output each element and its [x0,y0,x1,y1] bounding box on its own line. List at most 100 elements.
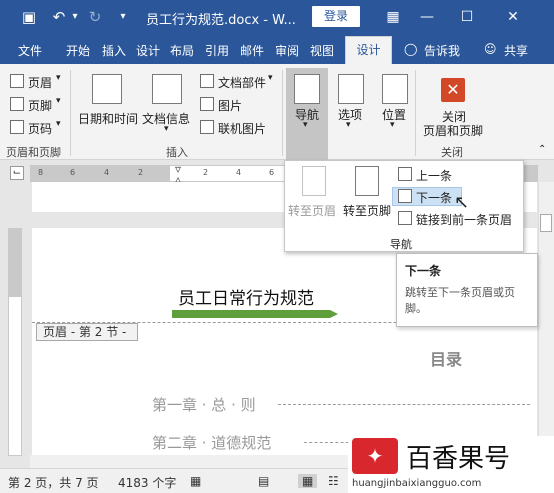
ruler-number: 6 [70,168,76,177]
document-heading[interactable]: 员工日常行为规范 [178,284,314,309]
footer-button[interactable]: 页脚 [28,97,52,114]
watermark-url: huangjinbaixiangguo.com [352,478,482,489]
link-to-previous-button[interactable]: 链接到前一条页眉 [416,211,512,228]
options-icon [338,74,364,104]
watermark-logo-icon: ✦ [352,438,398,474]
tooltip-body: 跳转至下一条页眉或页脚。 [405,286,515,315]
chevron-down-icon: ▾ [56,96,61,106]
page-count[interactable]: 第 2 页，共 7 页 [8,474,99,491]
quick-parts-icon [200,74,214,88]
chevron-down-icon: ▾ [56,73,61,83]
chevron-down-icon: ▾ [303,120,308,130]
picture-icon [200,97,214,111]
undo-dropdown-icon[interactable]: ▾ [66,8,84,26]
next-icon [398,189,412,203]
previous-icon [398,167,412,181]
position-icon [382,74,408,104]
tell-me-box[interactable]: 告诉我 [424,42,460,59]
login-button[interactable]: 登录 [312,6,360,27]
minimize-icon[interactable]: — [414,6,440,28]
ruler-number: 4 [104,168,110,177]
calendar-icon [92,74,122,104]
header-icon [10,74,24,88]
header-button[interactable]: 页眉 [28,74,52,91]
tab-view[interactable]: 视图 [310,42,334,59]
picture-button[interactable]: 图片 [218,97,242,114]
ruler-margin-left [30,165,170,182]
person-icon: ☺ [484,42,497,56]
online-picture-icon [200,120,214,134]
goto-header-button[interactable]: 转至页眉 [288,202,336,219]
ruler-number: 4 [236,168,242,177]
document-info-icon [152,74,182,104]
group-separator [70,70,71,156]
ruler-number: 6 [269,168,275,177]
dropdown-group-label: 导航 [390,238,412,251]
annotation-arrow [172,310,330,318]
toc-leader [278,404,530,405]
tab-review[interactable]: 审阅 [275,42,299,59]
vertical-ruler-margin [8,228,22,296]
web-layout-icon[interactable]: ☷ [328,474,339,488]
navigation-icon [294,74,320,104]
tooltip-title: 下一条 [405,264,442,278]
goto-footer-button[interactable]: 转至页脚 [343,202,391,219]
proofing-icon[interactable]: ▦ [190,474,201,488]
tab-design[interactable]: 设计 [136,42,160,59]
tab-insert[interactable]: 插入 [102,42,126,59]
tab-selector-icon[interactable]: ⌙ [10,166,24,180]
ribbon-display-icon[interactable]: ▦ [380,6,406,28]
chevron-down-icon: ▾ [164,124,169,134]
customize-icon[interactable]: ▾ [114,8,132,26]
toc-entry[interactable]: 第二章 · 道德规范 [152,432,271,453]
link-previous-icon [398,211,412,225]
ruler-number: 2 [138,168,144,177]
scroll-thumb[interactable] [540,214,552,232]
save-icon[interactable]: ▣ [20,8,38,26]
group-label-header-footer: 页眉和页脚 [6,146,61,159]
redo-icon[interactable]: ↻ [86,8,104,26]
header-section-tag: 页眉 - 第 2 节 - [36,323,138,341]
footer-icon [10,97,24,111]
annotation-arrow-tip [330,310,338,318]
word-count[interactable]: 4183 个字 [118,474,176,491]
tab-references[interactable]: 引用 [205,42,229,59]
group-separator [415,70,416,156]
tooltip: 下一条 跳转至下一条页眉或页脚。 [396,253,538,327]
group-label-close: 关闭 [441,146,463,159]
next-button[interactable]: 下一条 [416,189,452,206]
goto-footer-icon [355,166,379,196]
tab-home[interactable]: 开始 [66,42,90,59]
chevron-down-icon: ▾ [390,120,395,130]
vertical-ruler[interactable] [8,296,22,456]
print-layout-icon[interactable]: ▦ [298,474,318,488]
close-header-footer-button[interactable]: 页眉和页脚 [423,122,483,139]
document-title: 员工行为规范.docx - W... [146,13,296,28]
tab-layout[interactable]: 布局 [170,42,194,59]
maximize-icon[interactable]: ☐ [454,6,480,28]
collapse-ribbon-icon[interactable]: ⌃ [538,144,546,155]
tab-file[interactable]: 文件 [18,42,42,59]
goto-header-icon [302,166,326,196]
lightbulb-icon: ◯ [404,42,418,56]
toc-title[interactable]: 目录 [430,346,462,370]
chevron-down-icon: ▾ [268,73,273,83]
toc-entry[interactable]: 第一章 · 总 · 则 [152,394,256,415]
watermark-text: 百香果号 [406,444,511,474]
date-time-button[interactable]: 日期和时间 [78,110,138,127]
online-picture-button[interactable]: 联机图片 [218,120,266,137]
read-mode-icon[interactable]: ▤ [258,474,269,488]
ruler-number: 8 [38,168,44,177]
quick-parts-button[interactable]: 文档部件 [218,74,266,91]
previous-button[interactable]: 上一条 [416,167,452,184]
page-number-button[interactable]: 页码 [28,120,52,137]
tab-mailings[interactable]: 邮件 [240,42,264,59]
share-button[interactable]: 共享 [504,42,528,59]
group-label-insert: 插入 [166,146,188,159]
chevron-down-icon: ▾ [346,120,351,130]
tab-header-footer-design[interactable]: 设计 [345,36,392,64]
close-icon[interactable]: ✕ [500,6,526,28]
indent-marker-icon[interactable]: ▿ ▵ [172,163,184,185]
toc-leader [304,442,354,443]
chevron-down-icon: ▾ [56,119,61,129]
